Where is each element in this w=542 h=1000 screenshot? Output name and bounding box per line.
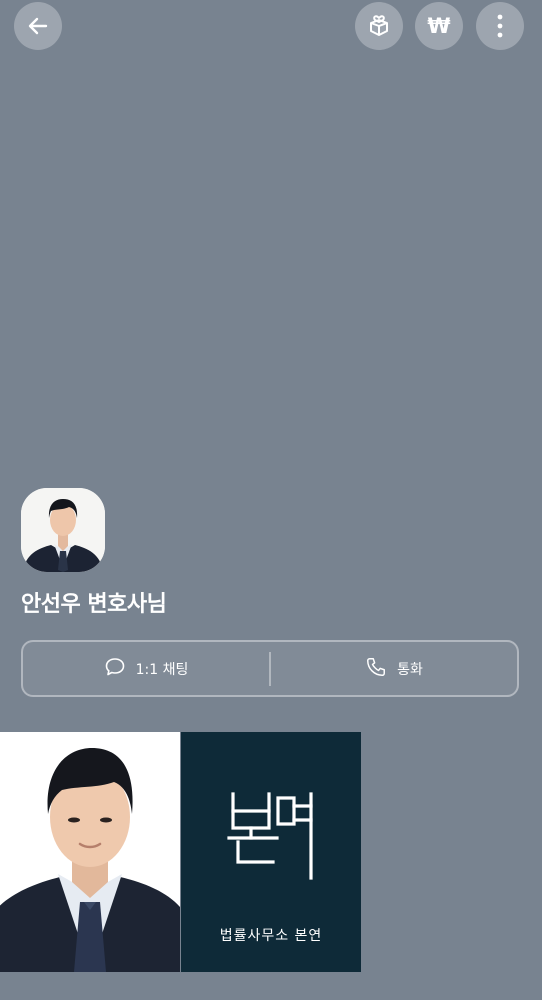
svg-text:₩: ₩ [427,14,450,38]
gift-button[interactable] [355,2,403,50]
profile-photo[interactable] [0,732,180,972]
won-sign-icon: ₩ [425,12,453,40]
profile-name: 안선우 변호사님 [21,592,167,617]
gift-box-icon [366,13,392,39]
law-office-logo-tile[interactable]: 법률사무소 본연 [181,732,361,972]
more-options-button[interactable] [476,2,524,50]
call-button[interactable]: 통화 [271,642,517,695]
chat-label: 1:1 채팅 [135,661,189,678]
profile-avatar[interactable] [21,488,105,572]
chat-bubble-icon [104,656,126,682]
action-bar: 1:1 채팅 통화 [21,640,519,697]
more-vertical-icon [496,13,504,39]
back-button[interactable] [14,2,62,50]
payment-button[interactable]: ₩ [415,2,463,50]
call-label: 통화 [397,661,423,678]
chat-button[interactable]: 1:1 채팅 [23,642,269,695]
phone-icon [365,656,387,682]
arrow-left-icon [26,14,50,38]
logo-caption: 법률사무소 본연 [219,928,323,944]
